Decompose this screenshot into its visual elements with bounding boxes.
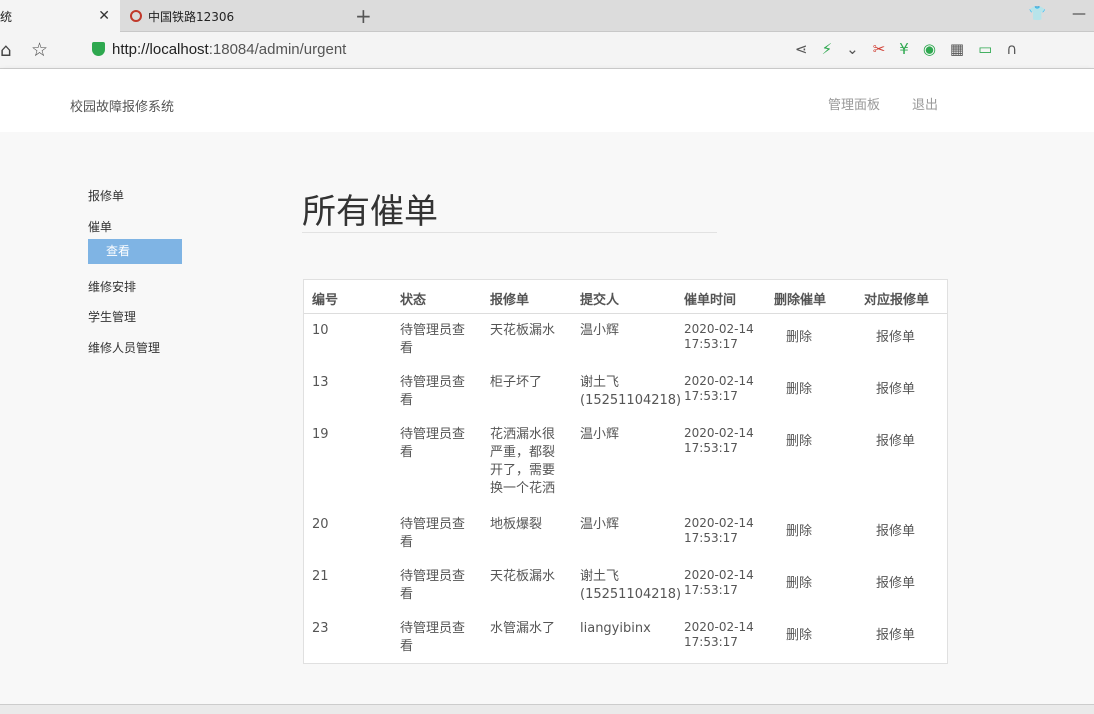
cell-time: 2020-02-14 17:53:17 xyxy=(684,374,754,403)
url-field[interactable]: http://localhost:18084/admin/urgent xyxy=(112,41,346,58)
admin-panel-link[interactable]: 管理面板 xyxy=(828,94,880,113)
repair-order-link[interactable]: 报修单 xyxy=(876,433,915,451)
railway-favicon-icon xyxy=(130,10,142,22)
delete-link[interactable]: 删除 xyxy=(786,575,812,593)
tab-title: 中国铁路12306 xyxy=(148,9,235,24)
url-host: http://localhost xyxy=(112,41,209,58)
sidebar-item-maintenance-schedule[interactable]: 维修安排 xyxy=(88,278,136,295)
title-divider xyxy=(302,232,717,233)
cell-issue: 天花板漏水 xyxy=(490,323,556,338)
cell-id: 19 xyxy=(312,427,329,442)
minimize-icon[interactable]: — xyxy=(1072,6,1086,22)
tab-title: 统 xyxy=(0,9,13,24)
wallet-icon[interactable]: ¥ xyxy=(899,40,909,58)
repair-order-link[interactable]: 报修单 xyxy=(876,575,915,593)
repair-order-link[interactable]: 报修单 xyxy=(876,329,915,347)
delete-link[interactable]: 删除 xyxy=(786,381,812,399)
cell-issue: 花洒漏水很严重，都裂开了，需要换一个花洒 xyxy=(490,427,556,496)
brand-title[interactable]: 校园故障报修系统 xyxy=(70,96,174,115)
delete-link[interactable]: 删除 xyxy=(786,329,812,347)
sidebar-subitem-view[interactable]: 查看 xyxy=(88,239,182,264)
cell-submitter: 谢土飞(15251104218) xyxy=(580,375,682,408)
column-header-delete: 删除催单 xyxy=(774,293,827,308)
cell-submitter: 温小辉 xyxy=(580,323,620,338)
secure-shield-icon xyxy=(92,42,105,56)
cell-time: 2020-02-14 17:53:17 xyxy=(684,620,754,649)
page-title: 所有催单 xyxy=(302,192,438,232)
cell-time: 2020-02-14 17:53:17 xyxy=(684,516,754,545)
bookmark-star-icon[interactable]: ☆ xyxy=(31,39,48,61)
cell-status: 待管理员查看 xyxy=(400,427,466,460)
repair-order-link[interactable]: 报修单 xyxy=(876,523,915,541)
table-header: 编号 状态 报修单 提交人 催单时间 删除催单 对应报修单 xyxy=(304,280,947,314)
battery-icon: ▭ xyxy=(978,40,993,58)
cell-id: 21 xyxy=(312,569,329,584)
urgent-table: 编号 状态 报修单 提交人 催单时间 删除催单 对应报修单 10 待管理员查看 … xyxy=(303,279,948,664)
sidebar-item-repairer-management[interactable]: 维修人员管理 xyxy=(88,339,160,356)
scissors-icon[interactable]: ✂ xyxy=(873,40,886,58)
lightning-icon[interactable]: ⚡ xyxy=(822,40,833,58)
cell-status: 待管理员查看 xyxy=(400,569,466,602)
share-icon[interactable]: ⋖ xyxy=(795,40,808,58)
cell-id: 23 xyxy=(312,621,329,636)
column-header-submitter: 提交人 xyxy=(580,293,620,308)
browser-status-bar xyxy=(0,704,1094,714)
address-bar: ⌂ ☆ http://localhost:18084/admin/urgent … xyxy=(0,32,1094,69)
shirt-icon[interactable]: 👕 xyxy=(1029,6,1046,22)
url-path: :18084/admin/urgent xyxy=(208,41,347,58)
cell-status: 待管理员查看 xyxy=(400,517,466,550)
cell-submitter: liangyibinx xyxy=(580,621,651,636)
delete-link[interactable]: 删除 xyxy=(786,627,812,645)
cell-id: 13 xyxy=(312,375,329,390)
column-header-issue: 报修单 xyxy=(490,293,530,308)
top-navbar: 校园故障报修系统 管理面板 退出 xyxy=(0,69,1094,132)
cell-time: 2020-02-14 17:53:17 xyxy=(684,568,754,597)
sidebar-item-urgent[interactable]: 催单 xyxy=(88,218,112,235)
sidebar-item-repair-orders[interactable]: 报修单 xyxy=(88,187,124,204)
cell-submitter: 谢土飞(15251104218) xyxy=(580,569,682,602)
cell-submitter: 温小辉 xyxy=(580,427,620,442)
cell-status: 待管理员查看 xyxy=(400,323,466,356)
cell-issue: 水管漏水了 xyxy=(490,621,556,636)
chevron-down-icon[interactable]: ⌄ xyxy=(846,40,859,58)
main-content: 报修单 催单 查看 维修安排 学生管理 维修人员管理 所有催单 编号 状态 报修… xyxy=(0,132,1094,714)
delete-link[interactable]: 删除 xyxy=(786,523,812,541)
cell-id: 10 xyxy=(312,323,329,338)
cell-issue: 天花板漏水 xyxy=(490,569,556,584)
delete-link[interactable]: 删除 xyxy=(786,433,812,451)
cell-submitter: 温小辉 xyxy=(580,517,620,532)
column-header-status: 状态 xyxy=(400,293,427,308)
new-tab-icon[interactable]: + xyxy=(355,4,372,28)
cell-status: 待管理员查看 xyxy=(400,621,466,654)
tab-active[interactable]: 统 ✕ xyxy=(0,0,120,32)
cell-time: 2020-02-14 17:53:17 xyxy=(684,426,754,455)
column-header-time: 催单时间 xyxy=(684,293,737,308)
cell-id: 20 xyxy=(312,517,329,532)
cell-issue: 柜子坏了 xyxy=(490,375,543,390)
logout-link[interactable]: 退出 xyxy=(912,94,938,113)
headphones-icon[interactable]: ∩ xyxy=(1006,40,1017,58)
column-header-id: 编号 xyxy=(312,293,339,308)
cell-time: 2020-02-14 17:53:17 xyxy=(684,322,754,351)
tab-12306[interactable]: 中国铁路12306 xyxy=(120,0,345,32)
cell-issue: 地板爆裂 xyxy=(490,517,543,532)
column-header-link: 对应报修单 xyxy=(864,293,930,308)
sidebar-item-student-management[interactable]: 学生管理 xyxy=(88,308,136,325)
home-icon[interactable]: ⌂ xyxy=(0,40,11,61)
chat-icon[interactable]: ◉ xyxy=(923,40,936,58)
cell-status: 待管理员查看 xyxy=(400,375,466,408)
repair-order-link[interactable]: 报修单 xyxy=(876,381,915,399)
repair-order-link[interactable]: 报修单 xyxy=(876,627,915,645)
browser-tab-bar: 统 ✕ 中国铁路12306 + 👕 — xyxy=(0,0,1094,32)
close-tab-icon[interactable]: ✕ xyxy=(98,8,110,24)
apps-grid-icon[interactable]: ▦ xyxy=(950,40,964,58)
